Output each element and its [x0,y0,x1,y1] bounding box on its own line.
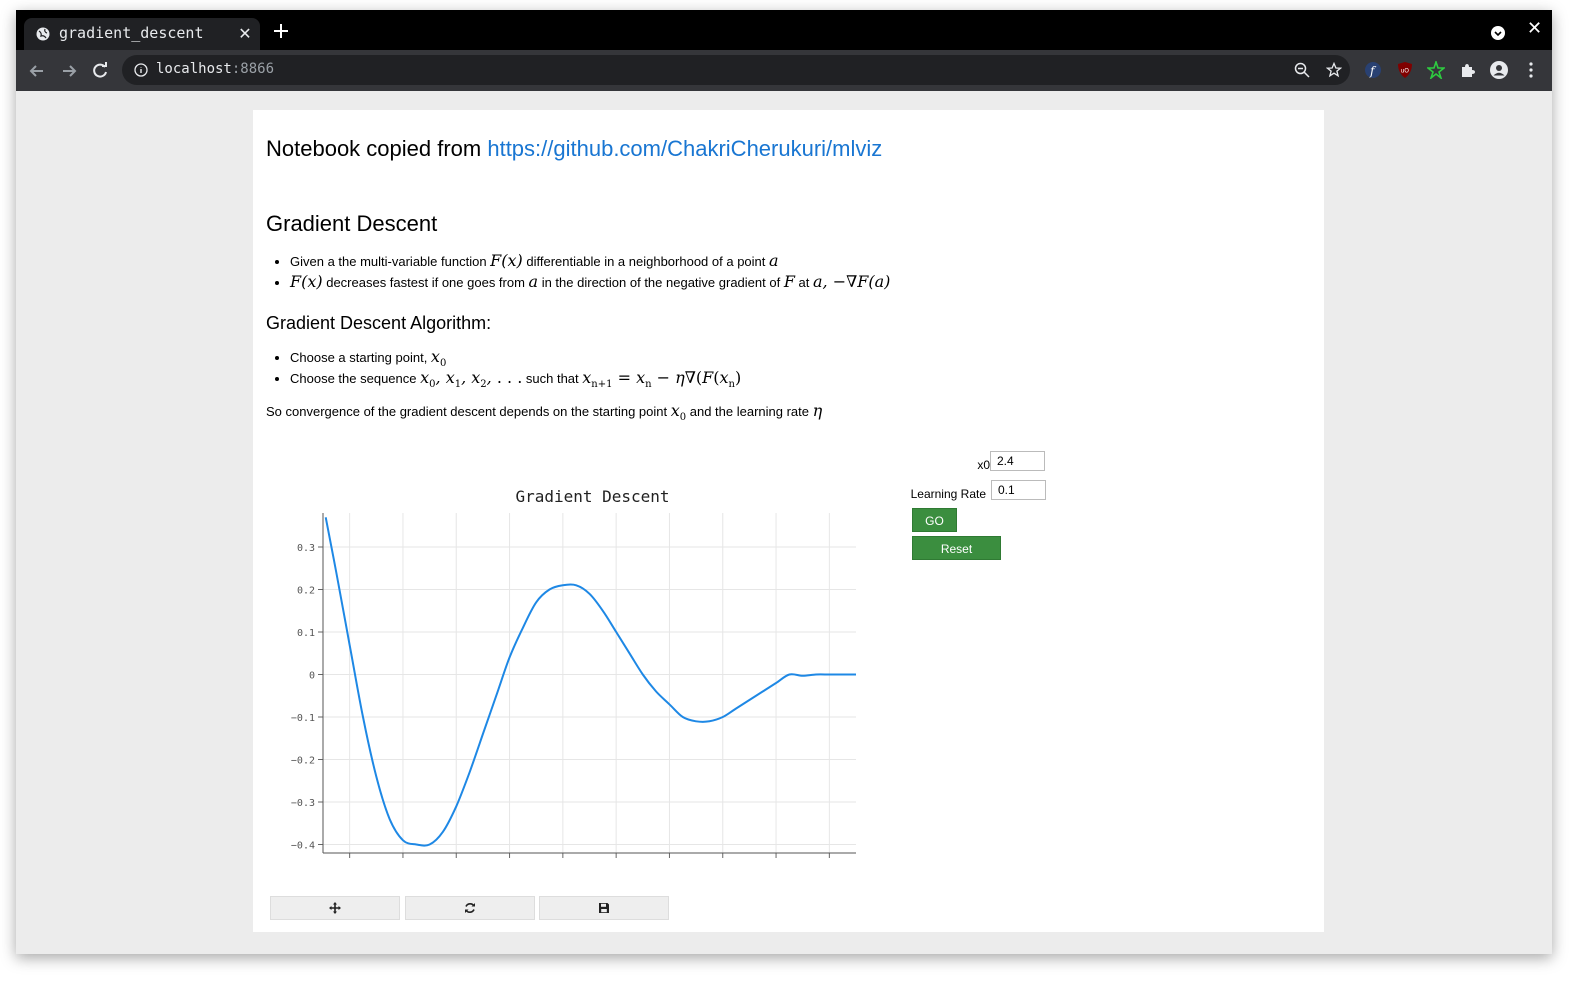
back-icon[interactable] [27,61,47,81]
reload-icon[interactable] [90,61,110,81]
new-tab-icon[interactable] [272,22,290,40]
fedora-extension-icon[interactable]: f [1364,61,1382,79]
url-text[interactable]: localhost:8866 [156,61,274,77]
close-tab-icon[interactable]: ✕ [236,24,254,44]
kebab-menu-icon[interactable] [1522,61,1540,79]
browser-window: gradient_descent ✕ ✕ localhost:8866 f uO… [16,10,1552,954]
y-tick-label: 0 [309,671,315,682]
learning-rate-input[interactable] [991,480,1046,500]
puzzle-icon[interactable] [1459,61,1477,79]
learning-rate-label: Learning Rate [910,487,986,501]
gradient-descent-chart: Gradient Descent0.60.811.21.41.61.822.22… [291,487,856,858]
forward-icon[interactable] [59,61,79,81]
green-extension-icon[interactable] [1427,61,1445,79]
list-item: Given a the multi-variable function F(x)… [290,250,890,271]
y-tick-label: −0.3 [291,798,315,809]
tab-title: gradient_descent [59,24,204,42]
x0-label: x0 [977,458,990,472]
go-button[interactable]: GO [912,508,957,532]
ublock-extension-icon[interactable]: uO [1396,61,1414,79]
window-close-icon[interactable]: ✕ [1527,18,1542,39]
info-icon[interactable] [134,63,148,77]
reset-button[interactable]: Reset [912,536,1001,560]
notebook-page: Notebook copied from https://github.com/… [253,110,1324,932]
move-icon [329,902,341,914]
y-tick-label: −0.4 [291,841,315,852]
star-icon[interactable] [1326,62,1342,78]
pan-zoom-button[interactable] [270,896,400,920]
y-tick-label: 0.2 [297,586,315,597]
browser-tab[interactable]: gradient_descent ✕ [24,18,260,50]
algorithm-bullets: Choose a starting point, x0 Choose the s… [266,346,741,390]
page-viewport: Notebook copied from https://github.com/… [16,91,1552,954]
globe-icon [36,27,50,41]
svg-text:uO: uO [1401,68,1410,75]
x0-input[interactable] [990,451,1045,471]
save-figure-button[interactable] [539,896,669,920]
save-icon [599,903,609,913]
intro-bullets: Given a the multi-variable function F(x)… [266,250,890,292]
browser-toolbar: localhost:8866 f uO [16,50,1552,91]
source-link[interactable]: https://github.com/ChakriCherukuri/mlviz [487,136,882,161]
y-tick-label: 0.1 [297,628,315,639]
chart-title: Gradient Descent [515,487,669,506]
controls-panel: x0 Learning Rate GO Reset [898,450,1098,570]
list-item: Choose a starting point, x0 [290,346,741,369]
zoom-out-icon[interactable] [1294,62,1310,78]
convergence-text: So convergence of the gradient descent d… [266,401,823,424]
list-item: F(x) decreases fastest if one goes from … [290,271,890,292]
y-tick-label: −0.1 [291,713,315,724]
reset-view-button[interactable] [405,896,535,920]
profile-icon[interactable] [1490,61,1508,79]
tab-search-icon[interactable] [1490,25,1506,41]
algorithm-heading: Gradient Descent Algorithm: [266,313,492,333]
notebook-source-heading: Notebook copied from https://github.com/… [266,136,883,161]
tab-bar: gradient_descent ✕ ✕ [16,10,1552,50]
refresh-icon [465,903,475,913]
page-title: Gradient Descent [266,211,438,236]
y-tick-label: −0.2 [291,756,315,767]
y-tick-label: 0.3 [297,543,315,554]
address-bar[interactable]: localhost:8866 [122,55,1350,85]
list-item: Choose the sequence x0, x1, x2, . . . su… [290,367,741,390]
